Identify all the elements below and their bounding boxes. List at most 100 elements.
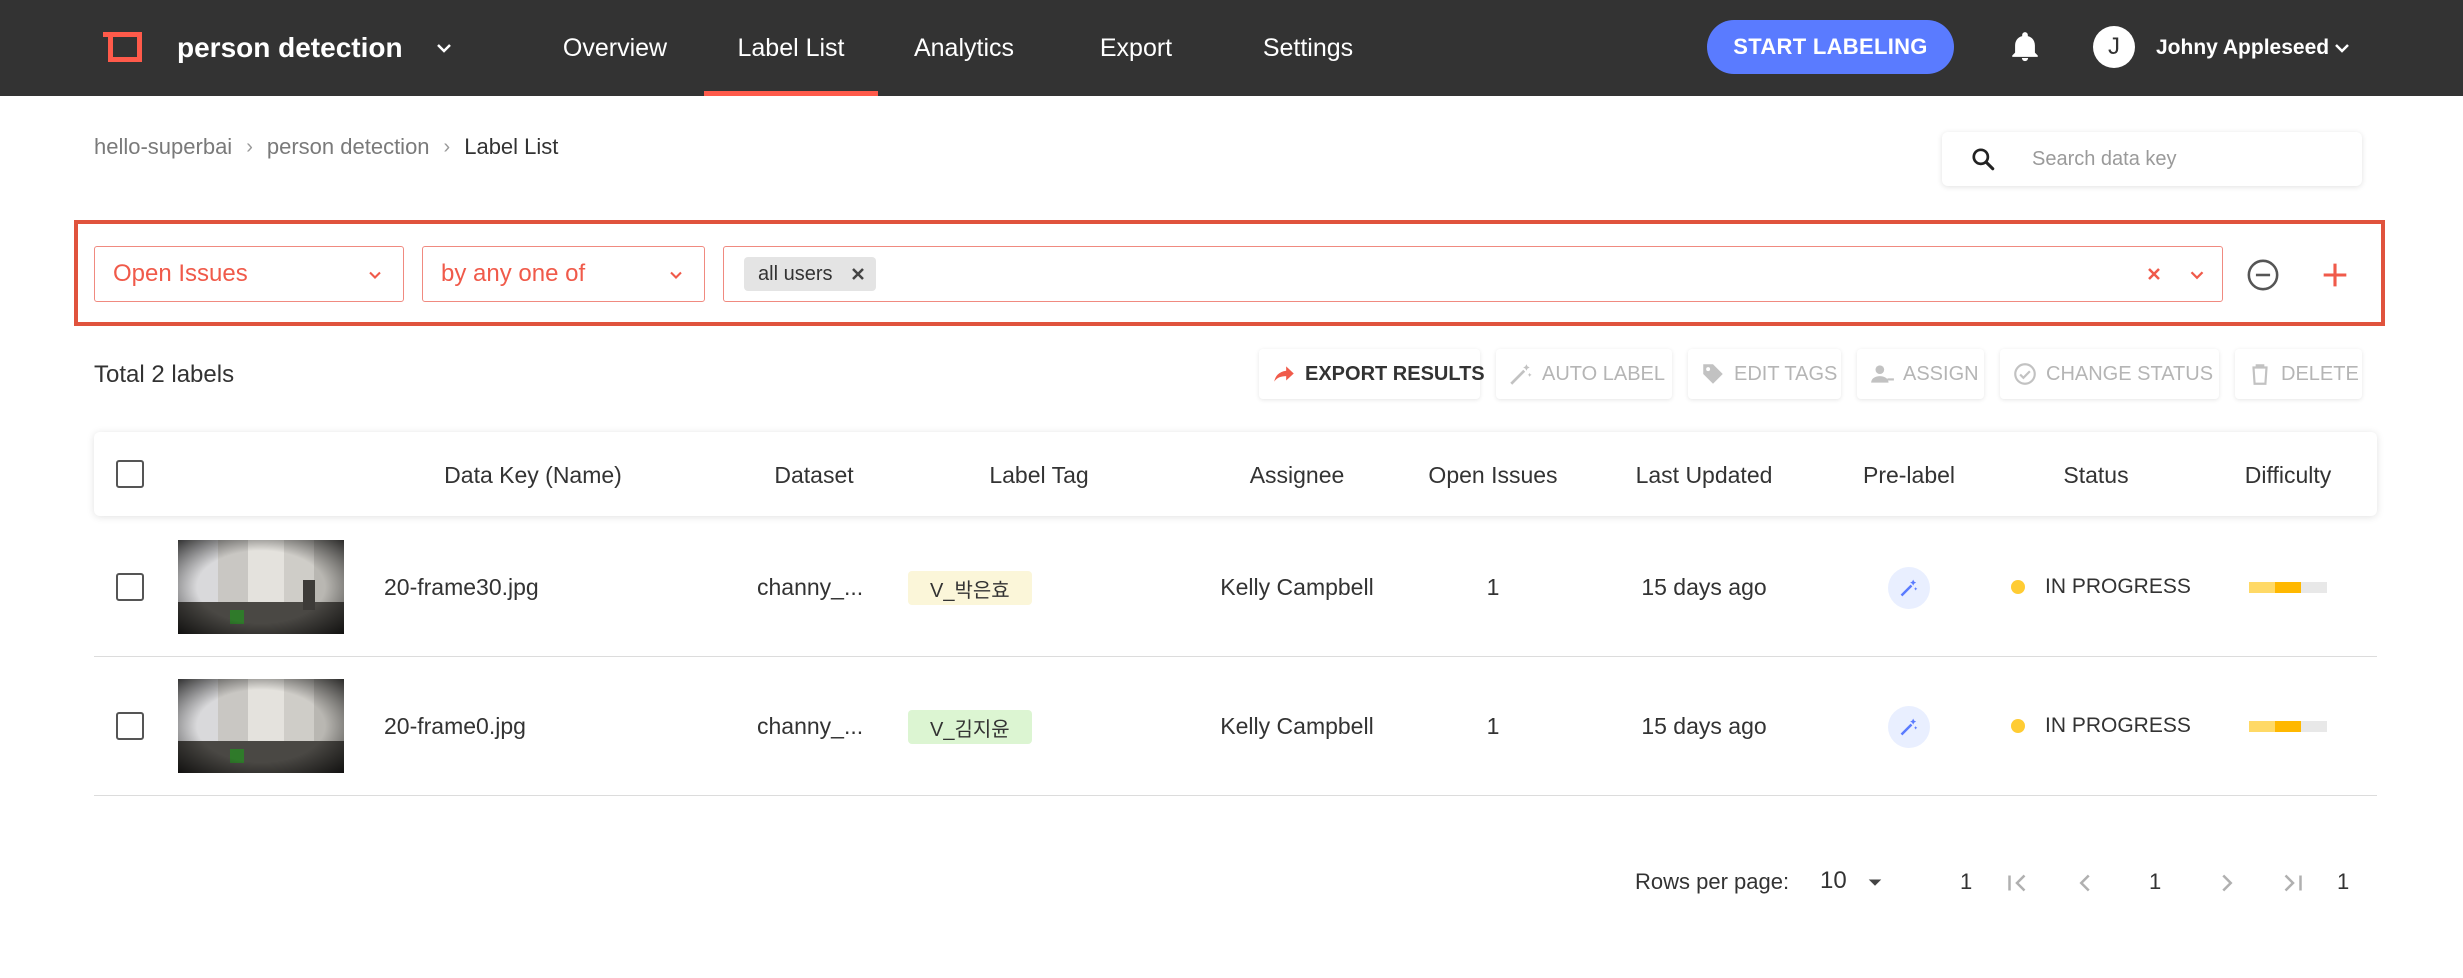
chevron-down-icon[interactable] [2330,36,2354,60]
thumbnail-image [178,679,344,773]
filter-panel: Open Issues by any one of all users [74,220,2385,326]
rows-per-page-select[interactable]: 10 [1820,867,1847,895]
auto-label-button[interactable]: AUTO LABEL [1496,349,1672,399]
assignee: Kelly Campbell [1220,713,1374,739]
caret-down-icon[interactable] [1860,867,1890,897]
last-updated: 15 days ago [1641,574,1767,600]
assignee: Kelly Campbell [1220,574,1374,600]
first-page-icon[interactable] [2002,868,2032,898]
magic-wand-icon [1900,718,1918,736]
breadcrumb-item-current: Label List [464,134,559,159]
data-key[interactable]: 20-frame30.jpg [384,572,539,602]
pre-label-icon[interactable] [1888,567,1930,609]
column-header-open-issues[interactable]: Open Issues [1428,460,1557,490]
change-status-label: CHANGE STATUS [2046,362,2214,385]
auto-label-label: AUTO LABEL [1542,362,1666,385]
nav-settings[interactable]: Settings [1248,0,1368,96]
label-tag-chip: V_박은효 [908,571,1032,605]
avatar[interactable]: J [2093,26,2135,68]
search-icon [1972,148,1995,171]
filter-values-field[interactable]: all users [723,246,2223,302]
breadcrumb-item-workspace[interactable]: hello-superbai [94,134,232,160]
breadcrumb: hello-superbai › person detection › Labe… [94,134,558,160]
change-status-button[interactable]: CHANGE STATUS [2000,349,2219,399]
chevron-down-icon [670,271,682,279]
close-icon[interactable] [848,264,868,284]
magic-wand-icon [1900,579,1918,597]
column-header-difficulty[interactable]: Difficulty [2245,460,2332,490]
magic-wand-icon [1510,364,1532,385]
difficulty-bar [2249,582,2327,593]
table-row[interactable]: 20-frame30.jpg channy_... V_박은효 Kelly Ca… [94,518,2377,657]
nav-analytics[interactable]: Analytics [900,0,1028,96]
chevron-down-icon[interactable] [2186,264,2208,286]
check-circle-icon [2014,363,2036,385]
column-header-assignee[interactable]: Assignee [1250,460,1345,490]
pre-label-icon[interactable] [1888,706,1930,748]
assign-label: ASSIGN [1903,362,1979,385]
row-checkbox[interactable] [116,712,144,740]
data-key[interactable]: 20-frame0.jpg [384,711,526,741]
delete-button[interactable]: DELETE [2235,349,2362,399]
label-tag-chip: V_김지윤 [908,710,1032,744]
breadcrumb-separator: › [246,135,253,158]
export-results-button[interactable]: EXPORT RESULTS [1259,349,1485,399]
status-text: IN PROGRESS [2045,575,2191,598]
nav-export[interactable]: Export [1086,0,1186,96]
dataset: channy_... [757,713,864,739]
thumbnail-image [178,540,344,634]
filter-field-value: Open Issues [113,260,248,287]
column-header-status[interactable]: Status [2063,460,2128,490]
last-page-icon[interactable] [2278,868,2308,898]
first-page-number: 1 [1960,869,1973,894]
next-page-icon[interactable] [2212,868,2242,898]
column-header-last-updated[interactable]: Last Updated [1636,460,1773,490]
column-header-dataset[interactable]: Dataset [774,460,853,490]
column-header-pre-label[interactable]: Pre-label [1863,460,1955,490]
project-name[interactable]: person detection [177,28,403,68]
filter-operator-select[interactable]: by any one of [422,246,705,302]
row-checkbox[interactable] [116,573,144,601]
status-dot [2011,719,2025,733]
open-issues-count[interactable]: 1 [1487,711,1500,741]
chevron-down-icon [369,271,381,279]
difficulty-bar [2249,721,2327,732]
column-header-data-key[interactable]: Data Key (Name) [444,460,622,490]
prev-page-icon[interactable] [2070,868,2100,898]
delete-label: DELETE [2281,362,2359,385]
data-thumbnail[interactable] [178,540,344,634]
filter-field-select[interactable]: Open Issues [94,246,404,302]
tag-icon [1703,364,1723,384]
edit-tags-label: EDIT TAGS [1734,362,1838,385]
nav-label-list[interactable]: Label List [704,0,878,96]
status-text: IN PROGRESS [2045,714,2191,737]
status-dot [2011,580,2025,594]
trash-icon [2252,364,2268,385]
bell-icon[interactable] [2008,30,2042,64]
add-filter-icon[interactable] [2318,258,2352,292]
search-box [1942,132,2362,186]
superb-ai-logo-icon[interactable] [103,32,142,62]
table-row[interactable]: 20-frame0.jpg channy_... V_김지윤 Kelly Cam… [94,657,2377,796]
open-issues-count[interactable]: 1 [1487,572,1500,602]
last-updated: 15 days ago [1641,713,1767,739]
remove-filter-icon[interactable] [2246,258,2280,292]
data-thumbnail[interactable] [178,679,344,773]
search-input[interactable] [2032,142,2342,176]
user-name[interactable]: Johny Appleseed [2156,34,2329,62]
filter-chip-label: all users [758,262,833,285]
breadcrumb-item-project[interactable]: person detection [267,134,430,160]
edit-tags-button[interactable]: EDIT TAGS [1688,349,1841,399]
breadcrumb-separator: › [443,135,451,158]
top-bar: person detection Overview Label List Ana… [0,0,2463,96]
dataset: channy_... [757,574,864,600]
assign-button[interactable]: ASSIGN [1857,349,1984,399]
assign-user-icon [1871,365,1894,383]
share-arrow-icon [1274,366,1294,382]
column-header-label-tag[interactable]: Label Tag [989,460,1088,490]
chevron-down-icon[interactable] [432,36,456,60]
nav-overview[interactable]: Overview [548,0,682,96]
start-labeling-button[interactable]: START LABELING [1707,20,1954,74]
select-all-checkbox[interactable] [116,460,144,488]
clear-icon[interactable] [2144,264,2164,284]
